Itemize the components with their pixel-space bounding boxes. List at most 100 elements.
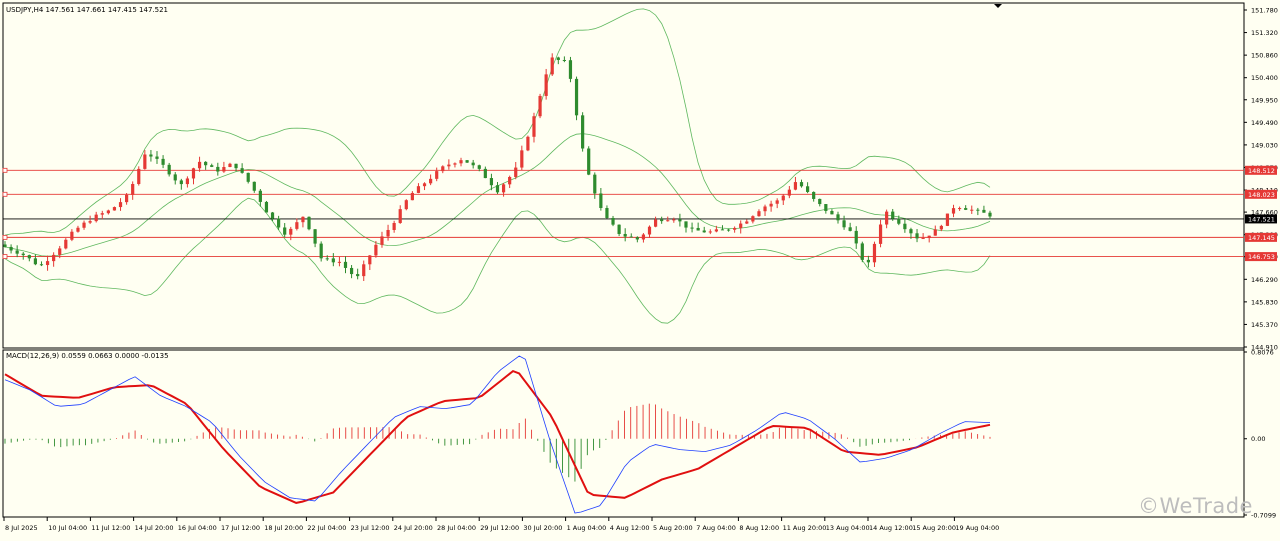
- time-tick-label: 11 Aug 20:00: [783, 524, 827, 532]
- candle-body: [252, 181, 256, 191]
- candle-body: [909, 229, 913, 234]
- candle-body: [155, 156, 159, 159]
- candle-body: [27, 255, 31, 259]
- time-tick-label: 22 Jul 04:00: [307, 524, 346, 532]
- candle-body: [295, 222, 299, 229]
- candle-body: [988, 212, 992, 217]
- candle-body: [495, 185, 500, 193]
- time-tick-label: 5 Aug 20:00: [653, 524, 693, 532]
- candle-body: [653, 219, 658, 227]
- time-tick-label: 14 Aug 12:00: [869, 524, 913, 532]
- candle-body: [422, 183, 427, 187]
- macd-tick-label: 0.8076: [1251, 349, 1274, 357]
- candle-body: [374, 244, 378, 256]
- time-tick-label: 28 Jul 04:00: [437, 524, 476, 532]
- candle-body: [392, 222, 396, 230]
- price-tick-label: 145.370: [1251, 321, 1278, 329]
- candle-body: [726, 229, 731, 231]
- candle-body: [751, 216, 755, 222]
- candle-body: [514, 167, 518, 177]
- candle-body: [763, 206, 767, 212]
- price-label-text: 148.512: [1248, 167, 1275, 175]
- candle-body: [94, 214, 98, 222]
- candle-body: [611, 217, 615, 225]
- candle-body: [927, 235, 931, 239]
- time-tick-label: 30 Jul 20:00: [523, 524, 562, 532]
- candle-body: [623, 233, 627, 237]
- candle-body: [605, 207, 609, 218]
- candle-body: [137, 168, 141, 184]
- candle-body: [568, 60, 573, 79]
- candle-body: [550, 57, 554, 75]
- candle-body: [197, 161, 202, 169]
- trading-chart-window: USDJPY,H4 147.561 147.661 147.415 147.52…: [0, 0, 1280, 537]
- candle-body: [696, 227, 700, 231]
- candle-body: [343, 261, 348, 268]
- level-anchor-handle: [2, 254, 8, 259]
- candle-body: [538, 95, 542, 117]
- candle-body: [453, 163, 457, 165]
- candle-body: [933, 229, 937, 236]
- price-label-text: 146.753: [1248, 253, 1275, 261]
- candle-body: [325, 258, 329, 260]
- candle-body: [903, 223, 907, 230]
- candle-body: [386, 229, 390, 237]
- candle-body: [745, 221, 749, 224]
- candle-body: [915, 233, 919, 239]
- candle-body: [185, 178, 190, 185]
- candle-body: [976, 209, 980, 211]
- candle-body: [9, 246, 13, 251]
- candle-body: [520, 150, 524, 168]
- candle-body: [672, 219, 676, 221]
- time-tick-label: 17 Jul 12:00: [221, 524, 260, 532]
- candle-body: [720, 229, 725, 231]
- candle-body: [532, 116, 536, 137]
- candle-body: [842, 220, 846, 228]
- candle-body: [678, 219, 682, 222]
- candle-body: [714, 229, 718, 232]
- candle-body: [690, 227, 694, 229]
- time-tick-label: 10 Jul 04:00: [48, 524, 87, 532]
- candle-body: [52, 254, 56, 262]
- candle-body: [210, 165, 214, 167]
- candle-body: [587, 148, 591, 175]
- candle-body: [477, 165, 481, 169]
- candle-body: [3, 244, 7, 247]
- candle-body: [647, 226, 652, 235]
- candle-body: [264, 201, 269, 213]
- candle-body: [878, 224, 883, 244]
- time-tick-label: 8 Jul 2025: [5, 524, 38, 532]
- candle-body: [356, 274, 360, 277]
- candle-body: [508, 176, 512, 185]
- candle-body: [593, 174, 597, 194]
- candle-body: [404, 200, 408, 210]
- candle-body: [39, 264, 44, 266]
- upper-band: [4, 8, 991, 236]
- level-anchor-handle: [2, 191, 8, 197]
- candle-body: [836, 214, 840, 221]
- candle-body: [301, 216, 305, 223]
- candle-body: [708, 231, 712, 233]
- price-tick-label: 149.030: [1251, 141, 1278, 149]
- price-axis: 151.780 151.320 150.860 150.400 149.950 149.4…: [1244, 7, 1278, 352]
- candle-body: [544, 74, 548, 96]
- price-tick-label: 150.860: [1251, 52, 1278, 60]
- candle-body: [945, 213, 950, 226]
- price-label-text: 147.145: [1248, 234, 1275, 242]
- candle-body: [635, 237, 639, 240]
- candle-body: [222, 166, 226, 172]
- horizontal-levels[interactable]: [2, 167, 1244, 259]
- candle-body: [173, 174, 177, 181]
- price-tick-label: 151.780: [1251, 7, 1278, 15]
- candle-body: [204, 161, 208, 166]
- shift-marker-icon[interactable]: [994, 4, 1002, 8]
- candle-body: [939, 225, 943, 230]
- candle-body: [416, 186, 421, 193]
- time-tick-label: 4 Aug 12:00: [610, 524, 650, 532]
- candle-body: [599, 193, 603, 208]
- middle-band: [4, 133, 991, 257]
- chart-canvas[interactable]: USDJPY,H4 147.561 147.661 147.415 147.52…: [0, 0, 1280, 537]
- candle-body: [830, 210, 834, 215]
- candle-body: [277, 218, 281, 228]
- macd-line: [4, 355, 991, 514]
